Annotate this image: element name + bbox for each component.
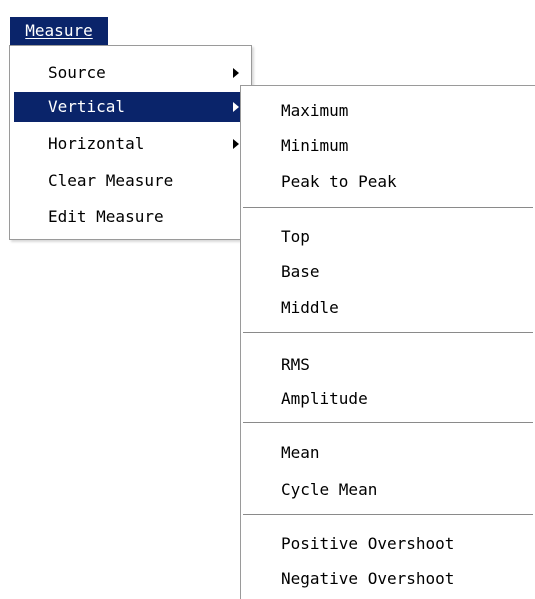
menu-item-source-label: Source — [48, 63, 106, 82]
submenu-item-top[interactable]: Top — [281, 222, 310, 252]
submenu-item-rms[interactable]: RMS — [281, 350, 310, 380]
menu-item-vertical[interactable]: Vertical — [14, 92, 247, 122]
submenu-item-base[interactable]: Base — [281, 257, 320, 287]
submenu-item-positive-overshoot[interactable]: Positive Overshoot — [281, 529, 454, 559]
separator — [243, 422, 533, 424]
separator — [243, 514, 533, 516]
submenu-item-peak-to-peak[interactable]: Peak to Peak — [281, 167, 397, 197]
menu-item-clear-measure-label: Clear Measure — [48, 171, 174, 190]
vertical-submenu: Maximum Minimum Peak to Peak Top Base Mi… — [240, 85, 535, 599]
menu-item-horizontal[interactable]: Horizontal — [14, 129, 247, 159]
submenu-arrow-icon — [233, 68, 239, 78]
submenu-item-mean[interactable]: Mean — [281, 438, 320, 468]
measure-dropdown: Source Vertical Horizontal Clear Measure… — [9, 45, 252, 240]
submenu-item-maximum[interactable]: Maximum — [281, 96, 348, 126]
menu-item-horizontal-label: Horizontal — [48, 134, 145, 153]
menu-measure-label: Measure — [25, 21, 93, 40]
menu-measure[interactable]: Measure — [10, 17, 108, 45]
submenu-item-negative-overshoot[interactable]: Negative Overshoot — [281, 564, 454, 594]
separator — [243, 207, 533, 209]
submenu-arrow-icon — [233, 139, 239, 149]
menu-item-source[interactable]: Source — [14, 58, 247, 88]
menu-item-vertical-label: Vertical — [48, 97, 126, 116]
submenu-item-amplitude[interactable]: Amplitude — [281, 384, 368, 414]
separator — [243, 332, 533, 334]
menu-item-edit-measure[interactable]: Edit Measure — [14, 202, 247, 232]
menu-item-clear-measure[interactable]: Clear Measure — [14, 166, 247, 196]
submenu-item-cycle-mean[interactable]: Cycle Mean — [281, 475, 377, 505]
submenu-item-minimum[interactable]: Minimum — [281, 131, 348, 161]
submenu-arrow-icon — [233, 102, 239, 112]
menu-item-edit-measure-label: Edit Measure — [48, 207, 164, 226]
submenu-item-middle[interactable]: Middle — [281, 293, 339, 323]
